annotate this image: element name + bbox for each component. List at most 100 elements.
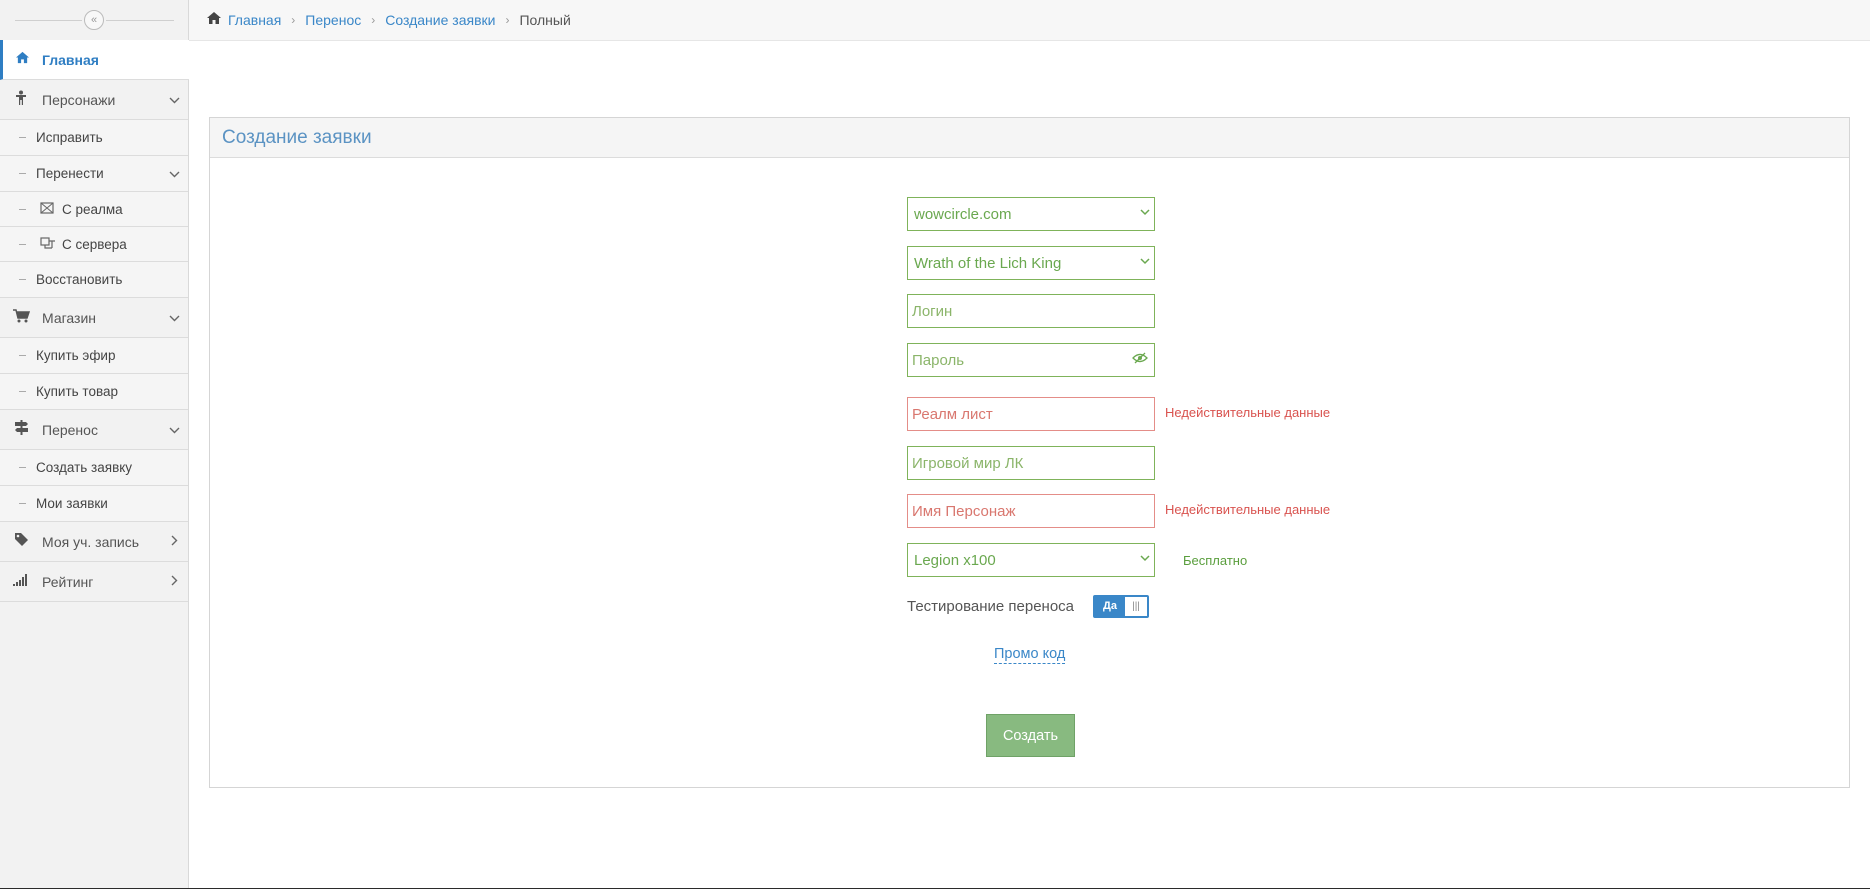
- sidebar-item-label: Создать заявку: [36, 460, 133, 475]
- character-icon: [0, 90, 42, 110]
- chevron-down-icon: [160, 167, 188, 181]
- home-icon: [3, 51, 42, 68]
- sidebar-item-label: Моя уч. запись: [42, 533, 140, 550]
- sidebar-item-transfer[interactable]: Перенос: [0, 410, 188, 450]
- sidebar-item-rating[interactable]: Рейтинг: [0, 562, 188, 602]
- select-value: wowcircle.com: [914, 205, 1012, 223]
- input-placeholder: Реалм лист: [912, 405, 993, 423]
- expansion-select[interactable]: Wrath of the Lich King: [907, 246, 1155, 280]
- server-select[interactable]: wowcircle.com: [907, 197, 1155, 231]
- sidebar-item-label: С реалма: [62, 201, 123, 217]
- tag-icon: [0, 532, 42, 551]
- sidebar-item-home[interactable]: Главная: [0, 39, 206, 80]
- breadcrumb-link-home[interactable]: Главная: [228, 12, 281, 28]
- chevron-down-icon: [1140, 553, 1150, 565]
- sidebar-item-from-realm[interactable]: С реалма: [0, 192, 188, 227]
- character-name-input[interactable]: Имя Персонаж: [907, 494, 1155, 528]
- cart-icon: [0, 308, 42, 327]
- password-input[interactable]: Пароль: [907, 343, 1155, 377]
- input-placeholder: Пароль: [912, 351, 965, 369]
- testing-label: Тестирование переноса: [907, 598, 1075, 615]
- realm-icon: [40, 201, 58, 217]
- sidebar-item-shop[interactable]: Магазин: [0, 298, 188, 338]
- breadcrumb-link-create-request[interactable]: Создание заявки: [385, 12, 495, 28]
- sidebar-item-account[interactable]: Моя уч. запись: [0, 522, 188, 562]
- chevron-right-icon: [160, 575, 188, 589]
- tree-dash: [19, 209, 26, 210]
- chevron-down-icon: [1140, 256, 1150, 268]
- input-placeholder: Игровой мир ЛК: [912, 454, 1024, 472]
- signpost-icon: [0, 420, 42, 439]
- panel-header: Создание заявки: [210, 118, 1849, 158]
- breadcrumb-current: Полный: [519, 12, 571, 28]
- target-server-select[interactable]: Legion x100: [907, 543, 1155, 577]
- collapse-sidebar-icon[interactable]: «: [84, 10, 104, 30]
- chevron-right-icon: ›: [505, 13, 510, 27]
- realmlist-input[interactable]: Реалм лист: [907, 397, 1155, 431]
- tree-dash: [19, 137, 26, 138]
- game-world-input[interactable]: Игровой мир ЛК: [907, 446, 1155, 480]
- sidebar-item-buy-ether[interactable]: Купить эфир: [0, 338, 188, 374]
- panel-title: Создание заявки: [222, 126, 372, 148]
- sidebar: « Главная Персонажи Исправить Перенести …: [0, 0, 206, 888]
- tree-dash: [19, 355, 26, 356]
- main-content: Главная › Перенос › Создание заявки › По…: [189, 0, 1870, 888]
- sidebar-item-label: Купить товар: [36, 384, 119, 399]
- sidebar-item-label: Мои заявки: [36, 496, 108, 511]
- select-value: Wrath of the Lich King: [914, 254, 1062, 272]
- divider: [106, 20, 174, 21]
- sidebar-item-label: Персонажи: [42, 91, 116, 108]
- character-name-error: Недействительные данные: [1165, 502, 1331, 517]
- chevron-right-icon: ›: [371, 13, 376, 27]
- select-value: Legion x100: [914, 551, 996, 569]
- sidebar-item-label: Исправить: [36, 130, 103, 145]
- input-placeholder: Имя Персонаж: [912, 502, 1016, 520]
- request-panel: Создание заявки wowcircle.com Wrath of t…: [209, 117, 1850, 788]
- divider: [15, 20, 82, 21]
- sidebar-item-label: Магазин: [42, 309, 97, 326]
- login-input[interactable]: Логин: [907, 294, 1155, 328]
- tree-dash: [19, 244, 26, 245]
- signal-icon: [0, 573, 42, 590]
- sidebar-item-create-request[interactable]: Создать заявку: [0, 450, 188, 486]
- promo-code-link[interactable]: Промо код: [994, 646, 1066, 664]
- sidebar-item-restore[interactable]: Восстановить: [0, 262, 188, 298]
- tree-dash: [19, 391, 26, 392]
- chevron-down-icon: [160, 423, 188, 437]
- sidebar-item-buy-item[interactable]: Купить товар: [0, 374, 188, 410]
- sidebar-item-label: Рейтинг: [42, 573, 94, 590]
- sidebar-item-label: Перенос: [42, 421, 98, 438]
- tree-dash: [19, 467, 26, 468]
- sidebar-item-label: С сервера: [62, 236, 127, 252]
- eye-slash-icon[interactable]: [1132, 352, 1148, 367]
- sidebar-item-label: Восстановить: [36, 272, 123, 287]
- toggle-handle-icon: |||: [1132, 601, 1140, 612]
- input-placeholder: Логин: [912, 302, 953, 320]
- sidebar-item-fix[interactable]: Исправить: [0, 120, 188, 156]
- sidebar-item-characters[interactable]: Персонажи: [0, 80, 188, 120]
- testing-toggle[interactable]: Да |||: [1093, 595, 1149, 618]
- tree-dash: [19, 173, 26, 174]
- app-window: « Главная Персонажи Исправить Перенести …: [0, 0, 1870, 888]
- chevron-down-icon: [1140, 207, 1150, 219]
- sidebar-item-from-server[interactable]: С сервера: [0, 227, 188, 262]
- tree-dash: [19, 279, 26, 280]
- tree-dash: [19, 503, 26, 504]
- sidebar-item-move[interactable]: Перенести: [0, 156, 188, 192]
- sidebar-item-my-requests[interactable]: Мои заявки: [0, 486, 188, 522]
- button-label: Создать: [1002, 727, 1059, 744]
- sidebar-collapse-row: «: [0, 0, 188, 40]
- sidebar-item-label: Купить эфир: [36, 348, 116, 363]
- chevron-down-icon: [160, 93, 188, 107]
- chevron-right-icon: ›: [291, 13, 296, 27]
- breadcrumb: Главная › Перенос › Создание заявки › По…: [189, 0, 1870, 41]
- realmlist-error: Недействительные данные: [1165, 405, 1331, 420]
- server-icon: [40, 236, 58, 252]
- create-button[interactable]: Создать: [986, 714, 1075, 757]
- chevron-right-icon: [160, 535, 188, 549]
- price-note: Бесплатно: [1183, 553, 1248, 568]
- home-icon[interactable]: [206, 11, 222, 29]
- sidebar-item-label: Главная: [42, 51, 99, 68]
- toggle-on-label: Да: [1095, 597, 1125, 616]
- breadcrumb-link-transfer[interactable]: Перенос: [305, 12, 361, 28]
